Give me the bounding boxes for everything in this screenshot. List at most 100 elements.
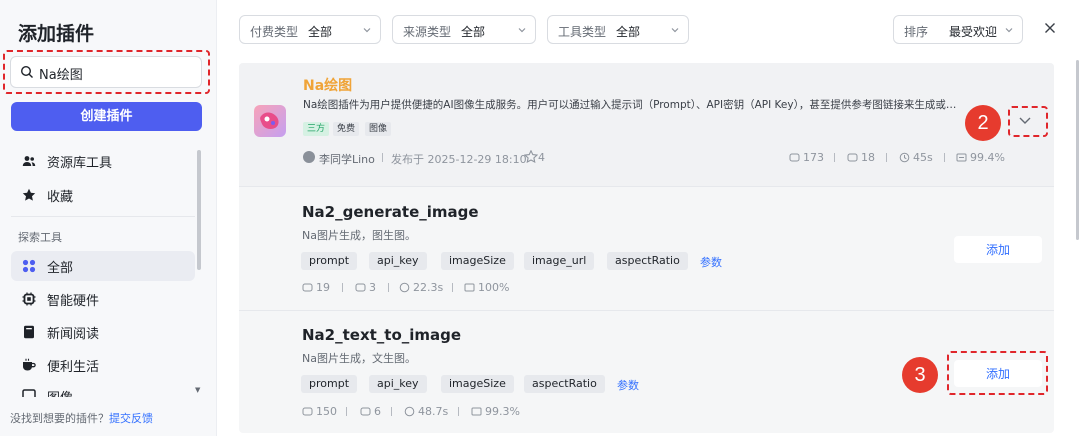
tool-description: Na图片生成，图生图。 xyxy=(302,229,416,242)
star-icon xyxy=(22,188,36,201)
chevron-down-icon xyxy=(671,28,679,33)
tool-name: Na2_generate_image xyxy=(302,203,479,221)
filter-key: 来源类型 xyxy=(403,25,452,39)
sidebar-scrollbar[interactable] xyxy=(197,150,201,270)
plugin-card[interactable] xyxy=(239,63,1054,186)
bot-icon xyxy=(360,407,371,416)
annotation-badge-2: 2 xyxy=(965,105,1001,141)
param-chip: prompt xyxy=(301,252,358,270)
plugin-logo xyxy=(254,105,286,137)
plugin-stars: 4 xyxy=(523,149,545,164)
plugin-description: Na绘图插件为用户提供便捷的AI图像生成服务。用户可以通过输入提示词（Promp… xyxy=(303,99,957,111)
add-tool-button[interactable]: 添加 xyxy=(954,236,1042,263)
sort-value: 最受欢迎 xyxy=(949,25,998,39)
success-icon xyxy=(471,407,482,416)
scroll-down-arrow-icon[interactable]: ▼ xyxy=(195,386,200,394)
grid-icon xyxy=(22,259,36,273)
params-link[interactable]: 参数 xyxy=(700,254,722,270)
param-chip: image_url xyxy=(524,252,595,270)
people-icon xyxy=(22,156,36,166)
plugin-author: 李同学Lino xyxy=(319,153,375,166)
stat-value: 6 xyxy=(374,405,381,418)
param-chip: imageSize xyxy=(441,375,514,393)
stat-divider xyxy=(452,283,453,292)
stat-value: 19 xyxy=(316,281,330,294)
clock-icon xyxy=(404,406,415,417)
stars-count: 4 xyxy=(538,151,545,164)
sidebar-item-convenient-life[interactable]: 便利生活 xyxy=(11,350,195,380)
sidebar-item-news-reading[interactable]: 新闻阅读 xyxy=(11,317,195,347)
success-icon xyxy=(464,283,475,292)
param-chip: aspectRatio xyxy=(607,252,688,270)
stat-value: 3 xyxy=(369,281,376,294)
calls-icon xyxy=(302,283,313,292)
sidebar-item-label: 资源库工具 xyxy=(47,156,113,171)
sidebar-section-label: 探索工具 xyxy=(18,231,62,244)
filter-key: 工具类型 xyxy=(558,25,607,39)
sidebar-item-label: 全部 xyxy=(47,261,74,276)
sort-key: 排序 xyxy=(904,25,929,39)
main-scrollbar[interactable] xyxy=(1076,60,1079,240)
tag-third-party: 三方 xyxy=(303,122,330,136)
create-plugin-button[interactable]: 创建插件 xyxy=(11,102,202,131)
chevron-down-icon xyxy=(1005,28,1013,33)
sidebar-title: 添加插件 xyxy=(18,23,95,45)
avatar xyxy=(303,151,315,163)
sidebar: 添加插件 Na绘图 1 创建插件 资源库工具 收藏 探索工具 全部 智能硬件 新 xyxy=(0,0,255,436)
list-divider xyxy=(239,310,1054,311)
params-link[interactable]: 参数 xyxy=(617,377,639,393)
meta-divider xyxy=(382,153,383,162)
sidebar-item-image[interactable]: 图像 xyxy=(11,383,195,397)
tool-stat-bots: 6 xyxy=(360,405,381,418)
calls-icon xyxy=(302,407,313,416)
book-icon xyxy=(24,325,34,339)
chevron-down-icon xyxy=(518,28,526,33)
bot-icon xyxy=(847,153,858,162)
stat-value: 100% xyxy=(478,281,510,294)
stat-divider xyxy=(342,283,343,292)
tool-stat-calls: 150 xyxy=(302,405,337,418)
stat-divider xyxy=(886,153,887,162)
chip-icon xyxy=(22,292,36,306)
tool-stat-success: 100% xyxy=(464,281,509,294)
source-type-filter[interactable]: 来源类型 全部 xyxy=(392,15,536,44)
plugin-published: 发布于 2025-12-29 18:10 xyxy=(391,153,527,166)
chevron-down-icon xyxy=(363,28,371,33)
param-chip: api_key xyxy=(369,375,427,393)
sort-select[interactable]: 排序 最受欢迎 xyxy=(893,15,1023,44)
sidebar-footer: 没找到想要的插件？提交反馈 xyxy=(10,410,153,426)
annotation-box-3 xyxy=(947,351,1048,395)
sidebar-item-all[interactable]: 全部 xyxy=(11,251,195,281)
param-chip: prompt xyxy=(301,375,358,393)
calls-icon xyxy=(789,153,800,162)
tool-stat-latency: 22.3s xyxy=(399,281,443,294)
tag-free: 免费 xyxy=(333,122,360,136)
sidebar-item-library-tools[interactable]: 资源库工具 xyxy=(11,146,195,176)
clock-icon xyxy=(899,152,910,163)
plugin-title[interactable]: Na绘图 xyxy=(303,75,352,95)
tool-type-filter[interactable]: 工具类型 全部 xyxy=(547,15,689,44)
pay-type-filter[interactable]: 付费类型 全部 xyxy=(239,15,381,44)
stat-divider xyxy=(458,407,459,416)
annotation-box-2 xyxy=(1008,106,1048,137)
stat-value: 45s xyxy=(913,151,933,164)
sidebar-item-label: 收藏 xyxy=(47,190,74,205)
sidebar-item-label: 新闻阅读 xyxy=(47,327,100,342)
image-icon xyxy=(22,389,36,397)
param-chip: aspectRatio xyxy=(524,375,605,393)
stat-divider xyxy=(388,283,389,292)
annotation-badge-3: 3 xyxy=(902,357,938,393)
sidebar-item-favorites[interactable]: 收藏 xyxy=(11,180,195,210)
tag-image: 图像 xyxy=(365,122,392,136)
feedback-link[interactable]: 提交反馈 xyxy=(109,412,153,425)
tool-stat-calls: 19 xyxy=(302,281,330,294)
stat-calls: 173 xyxy=(789,151,824,164)
filter-value: 全部 xyxy=(461,25,486,39)
filter-value: 全部 xyxy=(616,25,641,39)
param-chip: api_key xyxy=(369,252,427,270)
sidebar-item-smart-hardware[interactable]: 智能硬件 xyxy=(11,284,195,314)
star-outline-icon xyxy=(523,149,539,164)
cup-icon xyxy=(23,358,36,371)
sidebar-item-label: 智能硬件 xyxy=(47,294,100,309)
close-icon[interactable] xyxy=(1044,22,1056,34)
